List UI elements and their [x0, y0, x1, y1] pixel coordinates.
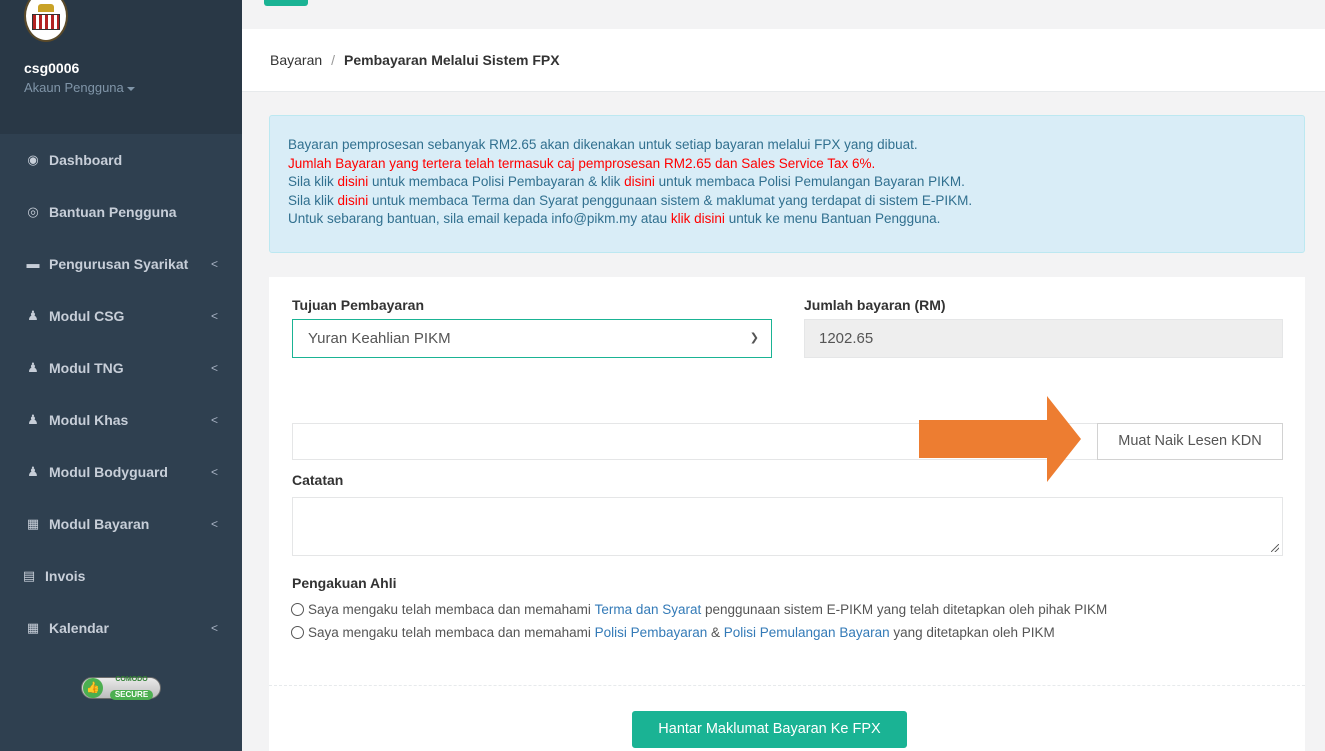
help-link[interactable]: klik disini [671, 211, 725, 226]
terms-link[interactable]: disini [338, 193, 369, 208]
breadcrumb-parent[interactable]: Bayaran [270, 52, 322, 68]
declaration-terms-option[interactable]: Saya mengaku telah membaca dan memahami … [291, 602, 1107, 617]
sidebar-item-modul-csg[interactable]: ♟ Modul CSG < [0, 290, 242, 342]
form-divider [269, 685, 1305, 686]
notice-line-1: Bayaran pemprosesan sebanyak RM2.65 akan… [288, 137, 918, 152]
profile-panel: csg0006 Akaun Pengguna [0, 0, 242, 134]
top-navbar [242, 0, 1325, 29]
sidebar-item-label: Modul TNG [49, 360, 124, 376]
notes-label: Catatan [292, 472, 344, 488]
chevron-left-icon: < [210, 361, 218, 375]
breadcrumb-current: Pembayaran Melalui Sistem FPX [344, 52, 560, 68]
sidebar-item-bantuan-pengguna[interactable]: ◎ Bantuan Pengguna [0, 186, 242, 238]
caret-down-icon [126, 86, 135, 91]
tachometer-icon: ◉ [27, 152, 39, 167]
sidebar: csg0006 Akaun Pengguna ◉ Dashboard ◎ Ban… [0, 0, 242, 751]
users-icon: ♟ [27, 412, 39, 427]
payment-form: Tujuan Pembayaran Yuran Keahlian PIKM ❯ … [269, 277, 1305, 751]
briefcase-icon: ▬ [26, 256, 40, 271]
upload-license-button[interactable]: Muat Naik Lesen KDN [1097, 423, 1283, 460]
comodo-label: COMODO [115, 676, 148, 683]
sidebar-item-invois[interactable]: ▤ Invois [0, 550, 242, 602]
payment-policy-link[interactable]: Polisi Pembayaran [595, 625, 708, 640]
purpose-selected-value: Yuran Keahlian PIKM [308, 330, 451, 347]
sidebar-nav: ◉ Dashboard ◎ Bantuan Pengguna ▬ Penguru… [0, 134, 242, 654]
calendar-icon: ▦ [26, 620, 40, 635]
account-menu[interactable]: Akaun Pengguna [24, 80, 135, 95]
notice-line-4: Sila klik disini untuk membaca Terma dan… [288, 192, 973, 208]
notes-textarea[interactable] [292, 497, 1283, 556]
sidebar-item-label: Dashboard [49, 152, 123, 168]
payment-notice: Bayaran pemprosesan sebanyak RM2.65 akan… [269, 115, 1305, 253]
breadcrumb-separator: / [331, 52, 336, 68]
secure-label: SECURE [109, 690, 154, 700]
declaration-policy-option[interactable]: Saya mengaku telah membaca dan memahami … [291, 625, 1055, 640]
thumbs-up-icon: 👍 [83, 678, 103, 698]
notice-line-5: Untuk sebarang bantuan, sila email kepad… [288, 211, 941, 226]
users-icon: ♟ [27, 464, 39, 479]
sidebar-item-modul-khas[interactable]: ♟ Modul Khas < [0, 394, 242, 446]
refund-policy-link[interactable]: Polisi Pemulangan Bayaran [724, 625, 890, 640]
chevron-left-icon: < [210, 517, 218, 531]
chevron-left-icon: < [210, 257, 218, 271]
sidebar-item-modul-bodyguard[interactable]: ♟ Modul Bodyguard < [0, 446, 242, 498]
organization-logo [24, 0, 68, 42]
chevron-left-icon: < [210, 465, 218, 479]
policy-radio[interactable] [291, 626, 304, 639]
sidebar-item-label: Modul Khas [49, 412, 129, 428]
refund-policy-link[interactable]: disini [624, 174, 655, 189]
users-icon: ♟ [27, 308, 39, 323]
username: csg0006 [24, 60, 80, 76]
users-icon: ♟ [27, 360, 39, 375]
license-file-input[interactable]: Muat Naik Lesen KDN [292, 423, 1283, 460]
sidebar-item-label: Modul Bodyguard [49, 464, 168, 480]
file-icon: ▤ [22, 568, 36, 583]
amount-label: Jumlah bayaran (RM) [804, 297, 946, 313]
annotation-arrow-icon [919, 396, 1081, 482]
sidebar-item-kalendar[interactable]: ▦ Kalendar < [0, 602, 242, 654]
resize-handle-icon[interactable] [1271, 544, 1279, 552]
sidebar-item-label: Invois [45, 568, 86, 584]
chevron-down-icon: ❯ [749, 332, 759, 344]
sidebar-item-modul-bayaran[interactable]: ▦ Modul Bayaran < [0, 498, 242, 550]
terms-radio[interactable] [291, 603, 304, 616]
breadcrumb: Bayaran / Pembayaran Melalui Sistem FPX [242, 29, 1325, 92]
calculator-icon: ▦ [26, 516, 40, 531]
sidebar-item-modul-tng[interactable]: ♟ Modul TNG < [0, 342, 242, 394]
terms-conditions-link[interactable]: Terma dan Syarat [595, 602, 702, 617]
chevron-left-icon: < [210, 621, 218, 635]
account-label: Akaun Pengguna [24, 80, 124, 95]
submit-fpx-button[interactable]: Hantar Maklumat Bayaran Ke FPX [632, 711, 907, 748]
payment-policy-link[interactable]: disini [338, 174, 369, 189]
purpose-select[interactable]: Yuran Keahlian PIKM ❯ [292, 319, 772, 358]
amount-field: 1202.65 [804, 319, 1283, 358]
life-ring-icon: ◎ [27, 204, 39, 219]
notice-line-2: Jumlah Bayaran yang tertera telah termas… [288, 155, 876, 171]
sidebar-item-label: Modul CSG [49, 308, 125, 324]
sidebar-item-label: Kalendar [49, 620, 109, 636]
declaration-label: Pengakuan Ahli [292, 575, 397, 591]
sidebar-item-label: Modul Bayaran [49, 516, 150, 532]
sidebar-item-pengurusan-syarikat[interactable]: ▬ Pengurusan Syarikat < [0, 238, 242, 290]
sidebar-item-label: Pengurusan Syarikat [49, 256, 189, 272]
purpose-label: Tujuan Pembayaran [292, 297, 425, 313]
sidebar-item-dashboard[interactable]: ◉ Dashboard [0, 134, 242, 186]
notice-line-3: Sila klik disini untuk membaca Polisi Pe… [288, 174, 965, 189]
comodo-secure-badge[interactable]: 👍 COMODO SECURE [81, 676, 161, 700]
navbar-toggle-button[interactable] [264, 0, 308, 6]
chevron-left-icon: < [210, 413, 218, 427]
sidebar-item-label: Bantuan Pengguna [49, 204, 177, 220]
chevron-left-icon: < [210, 309, 218, 323]
